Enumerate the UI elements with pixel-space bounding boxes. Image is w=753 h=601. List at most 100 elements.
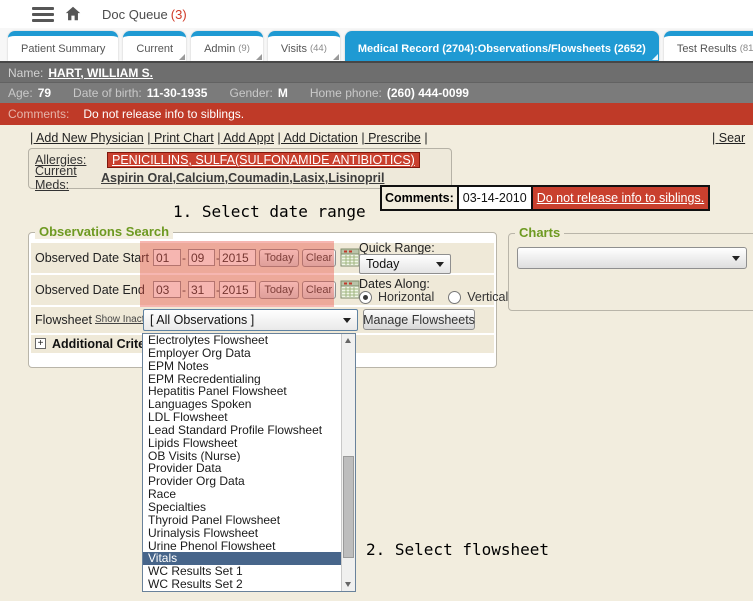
annotation-step1: 1. Select date range bbox=[173, 202, 366, 221]
top-bar: Doc Queue(3) bbox=[0, 0, 753, 29]
end-calendar-icon[interactable] bbox=[340, 279, 360, 299]
tab-label: Current bbox=[136, 43, 173, 55]
comments-date: 03-14-2010 bbox=[457, 187, 533, 209]
end-today-button[interactable]: Today bbox=[259, 281, 299, 299]
flowsheet-option[interactable]: Urine Phenol Flowsheet bbox=[143, 540, 342, 553]
manage-flowsheets-button[interactable]: Manage Flowsheets bbox=[363, 309, 475, 330]
start-today-button[interactable]: Today bbox=[259, 249, 299, 267]
flowsheet-dropdown: Electrolytes Flowsheet Employer Org Data… bbox=[142, 333, 356, 592]
patient-name-bar: Name: HART, WILLIAM S. bbox=[0, 61, 753, 82]
chevron-down-icon bbox=[343, 318, 351, 323]
end-month-input[interactable] bbox=[153, 281, 181, 298]
menu-icon[interactable] bbox=[32, 7, 54, 22]
gender-label: Gender: bbox=[229, 86, 272, 100]
prescribe-link[interactable]: Prescribe bbox=[361, 131, 421, 145]
scroll-down-icon[interactable] bbox=[342, 578, 354, 591]
tab-count: (9) bbox=[238, 43, 250, 54]
flowsheet-option[interactable]: Provider Data bbox=[143, 462, 342, 475]
date-separator: - bbox=[182, 283, 186, 297]
charts-legend: Charts bbox=[515, 225, 564, 240]
end-day-input[interactable] bbox=[188, 281, 215, 298]
radio-horizontal[interactable] bbox=[359, 291, 372, 304]
dropdown-scrollbar[interactable] bbox=[341, 334, 355, 591]
start-month-input[interactable] bbox=[153, 249, 181, 266]
queue-title-text: Doc Queue bbox=[102, 7, 168, 22]
search-link[interactable]: Sear bbox=[712, 131, 745, 145]
tab-label: Patient Summary bbox=[21, 43, 105, 55]
flowsheet-option[interactable]: Race bbox=[143, 488, 342, 501]
flowsheet-option[interactable]: Lead Standard Profile Flowsheet bbox=[143, 424, 342, 437]
flowsheet-option[interactable]: OB Visits (Nurse) bbox=[143, 450, 342, 463]
add-new-physician-link[interactable]: Add New Physician bbox=[30, 131, 144, 145]
phone-label: Home phone: bbox=[310, 86, 382, 100]
quick-range-select[interactable]: Today bbox=[359, 254, 451, 274]
tab-strip: Patient Summary Current Admin(9) Visits(… bbox=[0, 28, 753, 61]
radio-horizontal-label: Horizontal bbox=[378, 290, 434, 304]
tab-visits[interactable]: Visits(44) bbox=[268, 31, 340, 61]
tab-label: Medical Record (2704):Observations/Flows… bbox=[358, 43, 646, 55]
home-icon[interactable] bbox=[64, 5, 82, 23]
med-link-lisinopril[interactable]: Lisinopril bbox=[328, 171, 384, 185]
add-dictation-link[interactable]: Add Dictation bbox=[277, 131, 357, 145]
dates-along-radios: Horizontal Vertical bbox=[359, 290, 508, 304]
expand-plus-icon[interactable] bbox=[35, 338, 46, 349]
end-clear-button[interactable]: Clear bbox=[302, 281, 336, 299]
print-chart-link[interactable]: Print Chart bbox=[147, 131, 213, 145]
comments-note-link[interactable]: Do not release info to siblings. bbox=[533, 187, 708, 209]
age-value: 79 bbox=[38, 86, 51, 100]
date-start-label: Observed Date Start bbox=[35, 251, 149, 265]
scroll-up-icon[interactable] bbox=[342, 334, 354, 347]
flowsheet-option[interactable]: Lipids Flowsheet bbox=[143, 437, 342, 450]
flowsheet-option[interactable]: Languages Spoken bbox=[143, 398, 342, 411]
flowsheet-option[interactable]: LDL Flowsheet bbox=[143, 411, 342, 424]
comments-bar-value: Do not release info to siblings. bbox=[83, 107, 244, 121]
tab-patient-summary[interactable]: Patient Summary bbox=[8, 31, 118, 61]
tab-label: Test Results bbox=[677, 43, 737, 55]
med-link-coumadin[interactable]: Coumadin bbox=[228, 171, 293, 185]
scroll-thumb[interactable] bbox=[343, 456, 354, 558]
allergies-value[interactable]: PENICILLINS, SULFA(SULFONAMIDE ANTIBIOTI… bbox=[107, 152, 420, 168]
tab-count: (44) bbox=[310, 43, 327, 54]
queue-title[interactable]: Doc Queue(3) bbox=[102, 7, 187, 22]
add-appt-link[interactable]: Add Appt bbox=[217, 131, 274, 145]
start-day-input[interactable] bbox=[188, 249, 215, 266]
tab-current[interactable]: Current bbox=[123, 31, 186, 61]
queue-count: (3) bbox=[171, 7, 187, 22]
gender-value: M bbox=[278, 86, 288, 100]
start-calendar-icon[interactable] bbox=[340, 247, 360, 267]
start-year-input[interactable] bbox=[219, 249, 256, 266]
flowsheet-option[interactable]: Employer Org Data bbox=[143, 347, 342, 360]
flowsheet-dropdown-items: Electrolytes Flowsheet Employer Org Data… bbox=[143, 334, 342, 591]
flowsheet-option[interactable]: Electrolytes Flowsheet bbox=[143, 334, 342, 347]
tab-admin[interactable]: Admin(9) bbox=[191, 31, 263, 61]
flowsheet-option[interactable]: EPM Recredentialing bbox=[143, 373, 342, 386]
current-meds-label[interactable]: Current Meds: bbox=[35, 164, 101, 192]
flowsheet-select[interactable]: [ All Observations ] bbox=[143, 309, 358, 331]
tab-medical-record[interactable]: Medical Record (2704):Observations/Flows… bbox=[345, 31, 659, 61]
flowsheet-option[interactable]: Specialties bbox=[143, 501, 342, 514]
date-separator: - bbox=[182, 251, 186, 265]
patient-name-link[interactable]: HART, WILLIAM S. bbox=[48, 66, 153, 80]
quick-range-label: Quick Range: bbox=[359, 241, 435, 255]
observations-search-legend: Observations Search bbox=[35, 224, 173, 239]
flowsheet-option[interactable]: Urinalysis Flowsheet bbox=[143, 527, 342, 540]
charts-select[interactable] bbox=[517, 247, 747, 269]
flowsheet-option[interactable]: WC Results Set 1 bbox=[143, 565, 342, 578]
dates-along-label: Dates Along: bbox=[359, 277, 430, 291]
dob-label: Date of birth: bbox=[73, 86, 142, 100]
flowsheet-option[interactable]: Hepatitis Panel Flowsheet bbox=[143, 385, 342, 398]
flowsheet-option[interactable]: Thyroid Panel Flowsheet bbox=[143, 514, 342, 527]
search-link-wrap: Sear bbox=[712, 131, 745, 145]
med-link-aspirin[interactable]: Aspirin Oral bbox=[101, 171, 176, 185]
flowsheet-option-selected[interactable]: Vitals bbox=[143, 552, 342, 565]
med-link-lasix[interactable]: Lasix bbox=[293, 171, 328, 185]
flowsheet-option[interactable]: Provider Org Data bbox=[143, 475, 342, 488]
start-clear-button[interactable]: Clear bbox=[302, 249, 336, 267]
name-label: Name: bbox=[8, 66, 43, 80]
med-link-calcium[interactable]: Calcium bbox=[176, 171, 228, 185]
flowsheet-option[interactable]: EPM Notes bbox=[143, 360, 342, 373]
end-year-input[interactable] bbox=[219, 281, 256, 298]
flowsheet-option[interactable]: WC Results Set 2 bbox=[143, 578, 342, 591]
tab-test-results[interactable]: Test Results(81) bbox=[664, 31, 753, 61]
radio-vertical[interactable] bbox=[448, 291, 461, 304]
